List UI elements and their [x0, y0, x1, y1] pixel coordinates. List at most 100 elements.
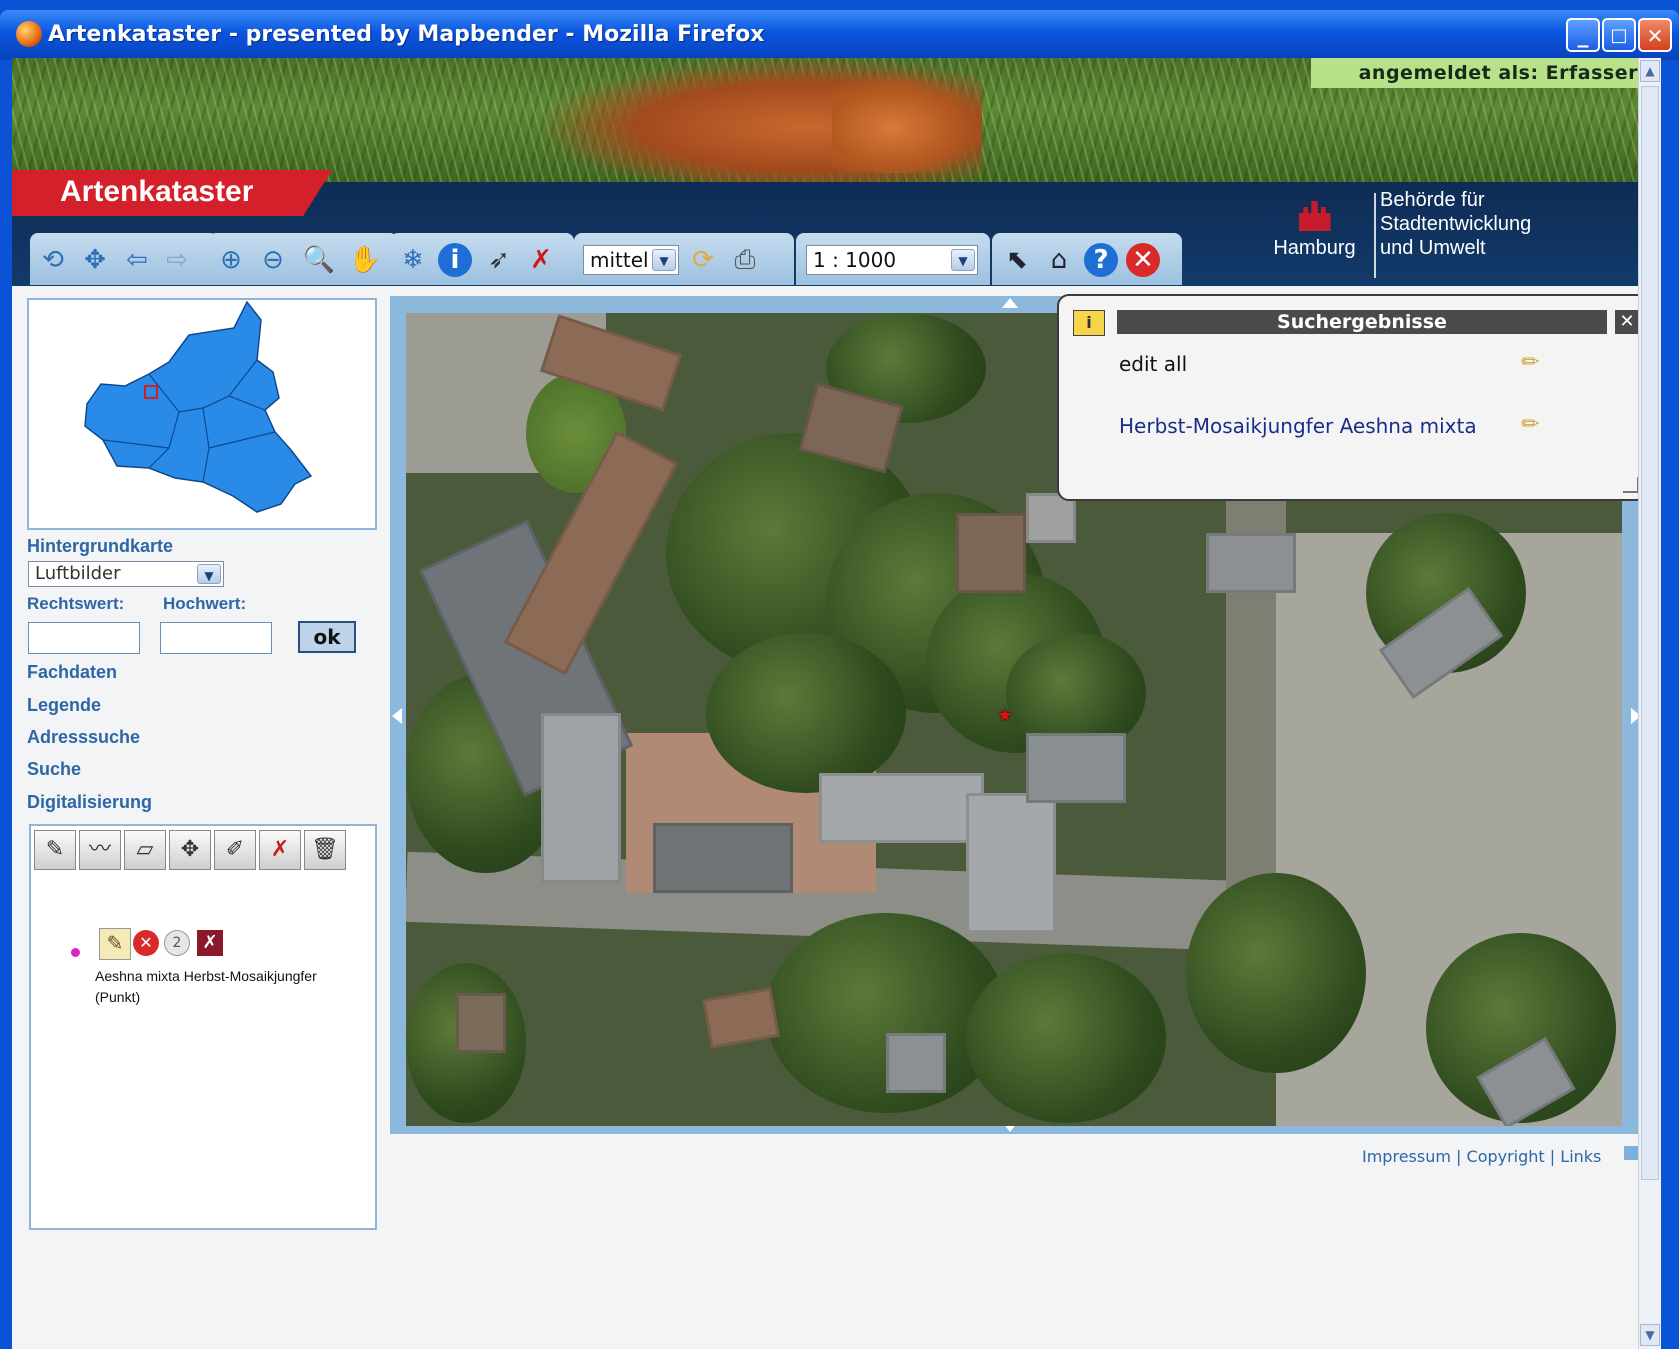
info-icon: i — [1073, 310, 1105, 336]
link-adresssuche[interactable]: Adresssuche — [27, 727, 140, 748]
scale-select-value: 1 : 1000 — [813, 248, 897, 272]
delete-feature-icon[interactable]: ✗ — [524, 243, 558, 277]
footer-links: Impressum | Copyright | Links — [1362, 1147, 1601, 1166]
link-suche[interactable]: Suche — [27, 759, 81, 780]
zoom-in-icon[interactable]: ⊕ — [214, 243, 248, 277]
hochwert-label: Hochwert: — [163, 594, 247, 613]
select-arrow-icon[interactable]: ⬉ — [1000, 243, 1034, 277]
toolbar-scale: 1 : 1000 ▼ — [796, 233, 990, 285]
close-popup-button[interactable]: ✕ — [1615, 310, 1639, 334]
browser-window: Artenkataster - presented by Mapbender -… — [0, 0, 1679, 1349]
authority-line-3: und Umwelt — [1380, 237, 1486, 259]
move-vertex-icon[interactable]: ✥ — [169, 830, 211, 870]
copyright-link[interactable]: Copyright — [1467, 1147, 1545, 1166]
draw-polygon-icon[interactable]: ▱ — [124, 830, 166, 870]
zoom-box-icon[interactable]: 🔍 — [302, 243, 336, 277]
header-banner: angemeldet als: Erfasser — [12, 58, 1650, 183]
background-map-label: Hintergrundkarte — [27, 536, 174, 556]
toolbar-zoom: ⊕ ⊖ 🔍 ✋ — [208, 233, 398, 285]
chevron-down-icon: ▼ — [652, 249, 676, 271]
impressum-link[interactable]: Impressum — [1362, 1147, 1451, 1166]
window-title: Artenkataster - presented by Mapbender -… — [48, 22, 765, 47]
snowflake-icon[interactable]: ❄ — [396, 243, 430, 277]
toolbar-help: ⬉ ⌂ ? ✕ — [992, 233, 1182, 285]
quality-select[interactable]: mittel ▼ — [583, 245, 679, 275]
title-bar: Artenkataster - presented by Mapbender -… — [0, 10, 1679, 60]
chevron-down-icon: ▼ — [197, 564, 221, 584]
resize-handle-icon[interactable] — [1623, 477, 1639, 493]
digitizing-panel: ✎ 〰 ▱ ✥ ✐ ✗ 🗑 ✎ ✕ 2 ✗ Aeshna mixta Herbs… — [29, 824, 377, 1230]
pan-arrows-icon[interactable]: ✥ — [78, 243, 112, 277]
app-title-banner: Artenkataster — [12, 170, 332, 216]
next-view-icon[interactable]: ⇨ — [160, 243, 194, 277]
authority-line-2: Stadtentwicklung — [1380, 213, 1532, 235]
back-to-full-extent-icon[interactable]: ⟲ — [36, 243, 70, 277]
info-icon[interactable]: i — [438, 243, 472, 277]
scale-select[interactable]: 1 : 1000 ▼ — [806, 245, 978, 275]
hamburg-castle-icon — [1298, 201, 1331, 231]
print-preview-icon[interactable]: ⟳ — [686, 243, 720, 277]
draw-line-icon[interactable]: 〰 — [79, 830, 121, 870]
ok-button[interactable]: ok — [298, 621, 356, 653]
feature-marker-icon[interactable]: ★ — [996, 707, 1014, 725]
scroll-thumb[interactable] — [1641, 86, 1659, 1180]
hochwert-input[interactable] — [160, 622, 272, 654]
footer-separator: | — [1549, 1147, 1556, 1166]
search-results-popup: i Suchergebnisse ✕ edit all ✏ Herbst-Mos… — [1057, 294, 1649, 501]
feature-bullet — [71, 948, 80, 957]
select-feature-icon[interactable]: ➶ — [482, 243, 516, 277]
toolbar-navigation: ⟲ ✥ ⇦ ⇨ — [30, 233, 218, 285]
background-map-select[interactable]: Luftbilder ▼ — [28, 561, 224, 587]
link-digitalisierung[interactable]: Digitalisierung — [27, 792, 152, 813]
toolbar-print: mittel ▼ ⟳ ⎙ — [574, 233, 794, 285]
link-fachdaten[interactable]: Fachdaten — [27, 662, 117, 683]
logo-divider — [1374, 193, 1376, 278]
overview-map[interactable] — [27, 298, 377, 530]
rechtswert-input[interactable] — [28, 622, 140, 654]
feature-count-badge: 2 — [164, 930, 190, 956]
chevron-down-icon: ▼ — [951, 249, 975, 271]
close-window-button[interactable]: ✕ — [1638, 18, 1672, 52]
hamburg-overview-map — [84, 300, 313, 513]
popup-title: Suchergebnisse — [1117, 310, 1607, 334]
logout-icon[interactable]: ⌂ — [1042, 243, 1076, 277]
edit-all-link[interactable]: edit all — [1119, 352, 1187, 376]
add-vertex-icon[interactable]: ✐ — [214, 830, 256, 870]
quality-select-value: mittel — [590, 248, 649, 272]
pencil-icon[interactable]: ✏ — [1521, 412, 1547, 438]
remove-feature-icon[interactable]: ✕ — [133, 930, 159, 956]
pan-north-icon[interactable] — [1002, 298, 1018, 308]
scroll-down-icon[interactable]: ▼ — [1640, 1324, 1660, 1346]
map-resize-icon[interactable] — [1624, 1146, 1638, 1160]
links-link[interactable]: Links — [1560, 1147, 1601, 1166]
pencil-icon[interactable]: ✏ — [1521, 350, 1547, 376]
help-icon[interactable]: ? — [1084, 243, 1118, 277]
scroll-up-icon[interactable]: ▲ — [1640, 60, 1660, 82]
authority-name: Behörde für Stadtentwicklung und Umwelt — [1380, 188, 1531, 260]
maximize-button[interactable]: □ — [1602, 18, 1636, 52]
rechtswert-label: Rechtswert: — [27, 594, 125, 613]
zoom-out-icon[interactable]: ⊖ — [256, 243, 290, 277]
pan-hand-icon[interactable]: ✋ — [348, 243, 382, 277]
footer-separator: | — [1456, 1147, 1462, 1166]
firefox-icon — [16, 21, 42, 47]
link-legende[interactable]: Legende — [27, 695, 101, 716]
toolbar-query: ❄ i ➶ ✗ — [390, 233, 574, 285]
database-delete-icon[interactable]: ✗ — [197, 930, 223, 956]
feature-label: Aeshna mixta Herbst-Mosaikjungfer (Punkt… — [95, 966, 317, 1008]
pan-west-icon[interactable] — [392, 708, 402, 724]
vertical-scrollbar[interactable]: ▲ ▼ — [1638, 58, 1661, 1349]
draw-point-icon[interactable]: ✎ — [34, 830, 76, 870]
page-content: angemeldet als: Erfasser Artenkataster ⟲… — [12, 58, 1650, 1349]
previous-view-icon[interactable]: ⇦ — [120, 243, 154, 277]
minimize-button[interactable]: _ — [1566, 18, 1600, 52]
edit-feature-icon[interactable]: ✎ — [99, 928, 131, 960]
authority-line-1: Behörde für — [1380, 189, 1485, 211]
hamburg-logo: Hamburg — [1262, 201, 1367, 260]
trash-icon[interactable]: 🗑 — [304, 830, 346, 870]
city-name: Hamburg — [1273, 237, 1356, 259]
delete-vertex-icon[interactable]: ✗ — [259, 830, 301, 870]
result-link-herbst-mosaikjungfer[interactable]: Herbst-Mosaikjungfer Aeshna mixta — [1119, 414, 1477, 438]
exit-icon[interactable]: ✕ — [1126, 243, 1160, 277]
printer-icon[interactable]: ⎙ — [728, 243, 762, 277]
